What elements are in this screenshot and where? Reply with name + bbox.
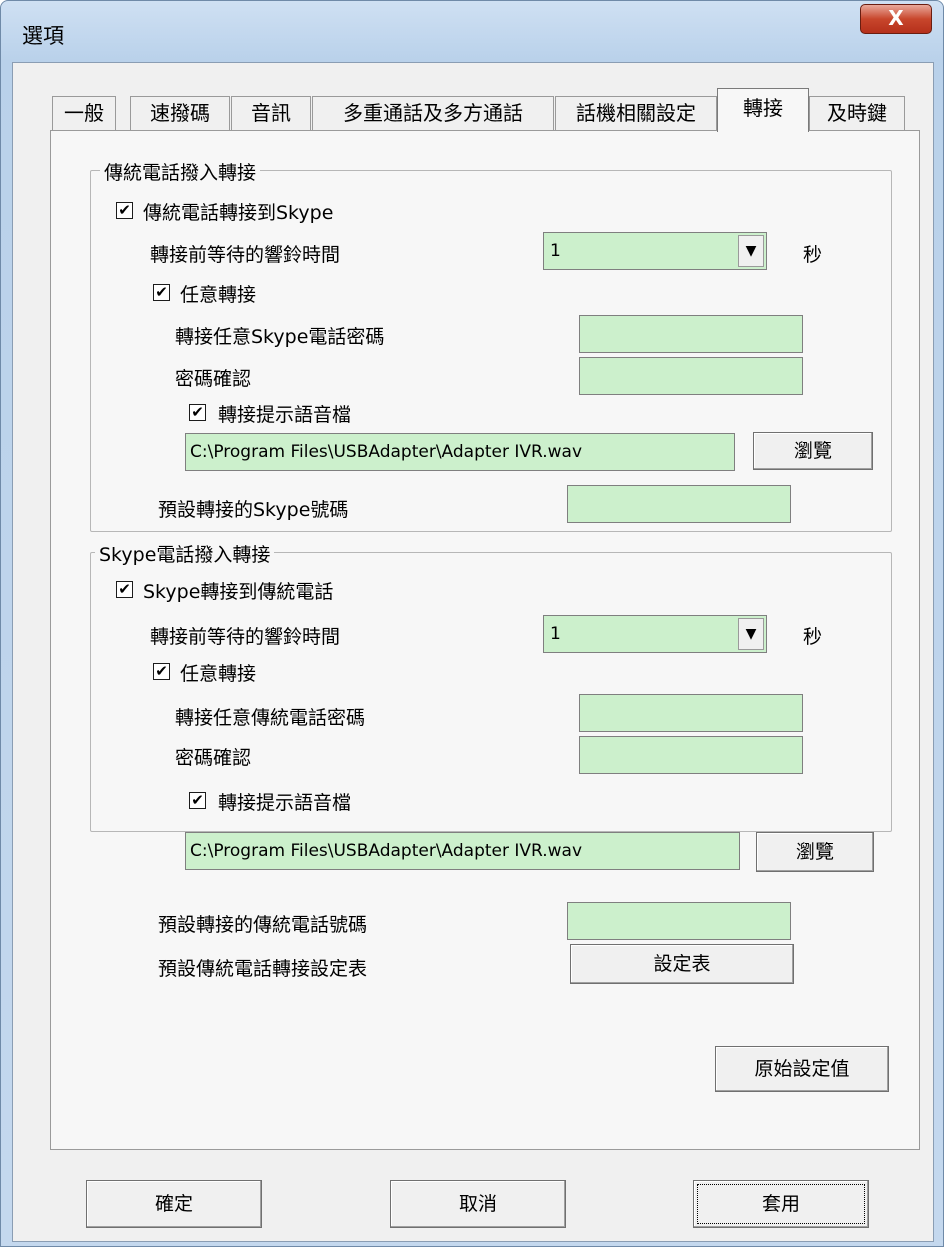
skype-confirm-label: 密碼確認 <box>175 747 252 769</box>
pstn-default-number-label: 預設轉接的Skype號碼 <box>158 499 349 521</box>
apply-button[interactable]: 套用 <box>693 1180 869 1228</box>
skype-wait-value: 1 <box>550 624 561 644</box>
skype-group-legend: Skype電話撥入轉接 <box>95 540 275 567</box>
pstn-wait-value: 1 <box>550 241 561 261</box>
setup-table-button[interactable]: 設定表 <box>570 944 794 984</box>
restore-defaults-button[interactable]: 原始設定值 <box>715 1046 889 1092</box>
skype-any-forward-label: 任意轉接 <box>180 663 257 685</box>
pstn-group-legend: 傳統電話撥入轉接 <box>100 158 261 185</box>
tab-hotkey[interactable]: 及時鍵 <box>809 96 905 130</box>
pstn-to-skype-label: 傳統電話轉接到Skype <box>143 202 334 224</box>
pstn-wait-unit: 秒 <box>803 244 823 266</box>
skype-table-label: 預設傳統電話轉接設定表 <box>158 958 368 980</box>
skype-prompt-file-checkbox[interactable]: ✔ <box>189 792 206 809</box>
tab-speed-dial[interactable]: 速撥碼 <box>130 96 230 130</box>
skype-confirm-input[interactable] <box>579 736 803 774</box>
pstn-password-label: 轉接任意Skype電話密碼 <box>175 326 385 348</box>
ok-button[interactable]: 確定 <box>86 1180 262 1228</box>
pstn-file-path-input[interactable]: C:\Program Files\USBAdapter\Adapter IVR.… <box>185 433 735 471</box>
skype-prompt-file-label: 轉接提示語音檔 <box>218 792 352 814</box>
window-title: 選項 <box>22 24 64 48</box>
tab-general[interactable]: 一般 <box>52 96 116 130</box>
skype-to-pstn-label: Skype轉接到傳統電話 <box>143 581 334 603</box>
skype-wait-unit: 秒 <box>803 626 823 648</box>
skype-password-label: 轉接任意傳統電話密碼 <box>175 707 366 729</box>
close-icon[interactable]: X <box>860 4 932 34</box>
pstn-any-forward-checkbox[interactable]: ✔ <box>153 284 170 301</box>
pstn-prompt-file-label: 轉接提示語音檔 <box>218 404 352 426</box>
pstn-to-skype-checkbox[interactable]: ✔ <box>116 202 133 219</box>
pstn-any-forward-label: 任意轉接 <box>180 284 257 306</box>
skype-to-pstn-checkbox[interactable]: ✔ <box>116 581 133 598</box>
pstn-browse-button[interactable]: 瀏覽 <box>753 432 873 470</box>
pstn-confirm-label: 密碼確認 <box>175 368 252 390</box>
tab-multi-call[interactable]: 多重通話及多方通話 <box>312 96 554 130</box>
pstn-default-number-input[interactable] <box>567 485 791 523</box>
skype-wait-combo[interactable]: 1 ▼ <box>543 615 767 653</box>
skype-file-path-input[interactable]: C:\Program Files\USBAdapter\Adapter IVR.… <box>185 832 740 870</box>
pstn-wait-combo[interactable]: 1 ▼ <box>543 232 767 270</box>
cancel-button[interactable]: 取消 <box>390 1180 566 1228</box>
chevron-down-icon[interactable]: ▼ <box>738 235 764 267</box>
skype-any-forward-checkbox[interactable]: ✔ <box>153 663 170 680</box>
skype-wait-label: 轉接前等待的響鈴時間 <box>150 626 341 648</box>
pstn-prompt-file-checkbox[interactable]: ✔ <box>189 404 206 421</box>
pstn-wait-label: 轉接前等待的響鈴時間 <box>150 244 341 266</box>
pstn-confirm-input[interactable] <box>579 357 803 395</box>
tab-transfer[interactable]: 轉接 <box>717 88 809 132</box>
tab-phone-settings[interactable]: 話機相關設定 <box>555 96 717 130</box>
skype-default-number-label: 預設轉接的傳統電話號碼 <box>158 914 368 936</box>
skype-password-input[interactable] <box>579 694 803 732</box>
skype-browse-button[interactable]: 瀏覽 <box>756 832 874 872</box>
chevron-down-icon[interactable]: ▼ <box>738 618 764 650</box>
pstn-password-input[interactable] <box>579 315 803 353</box>
skype-default-number-input[interactable] <box>567 902 791 940</box>
tab-audio[interactable]: 音訊 <box>231 96 311 130</box>
